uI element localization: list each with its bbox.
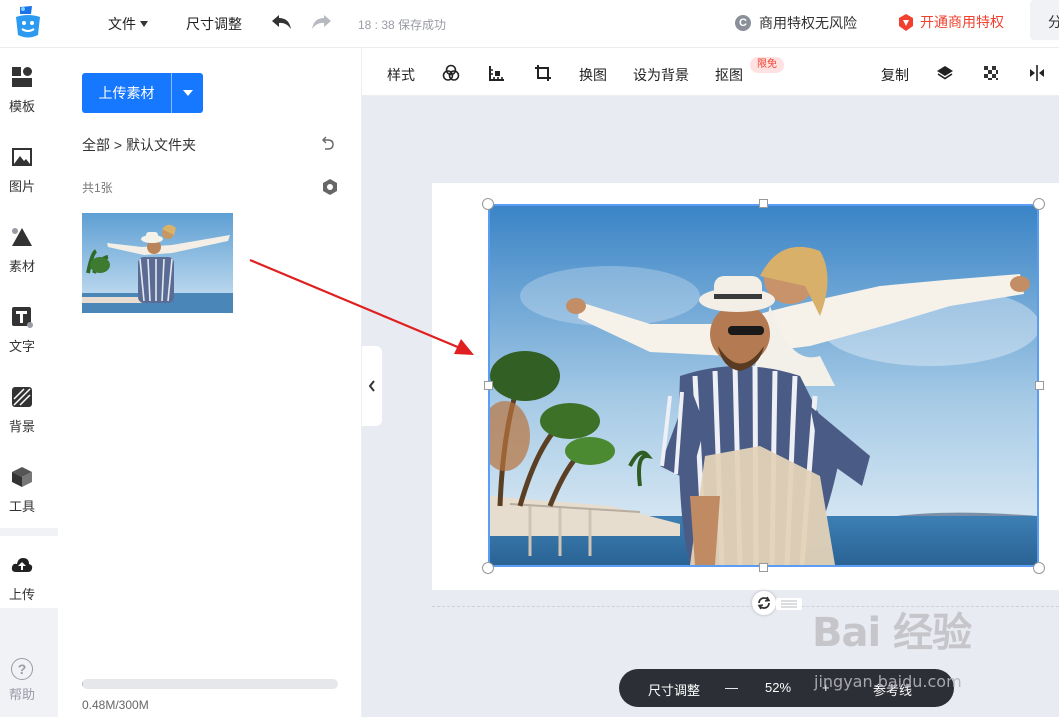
transparency-icon[interactable]: [982, 64, 1000, 82]
chevron-left-icon: [368, 380, 375, 392]
watermark-brand: Bai 经验: [812, 610, 972, 656]
style-button[interactable]: 样式: [387, 65, 415, 85]
nav-text[interactable]: 文字: [0, 288, 58, 368]
help-label: 帮助: [8, 687, 35, 702]
help-icon: ?: [11, 658, 33, 680]
rotate-icon: [757, 596, 771, 610]
open-commercial-button[interactable]: 开通商用特权: [898, 12, 1004, 32]
upload-material-button[interactable]: 上传素材: [82, 73, 171, 113]
nav-elements[interactable]: 素材: [0, 208, 58, 288]
filter-icon[interactable]: [442, 64, 460, 82]
nav-image-label: 图片: [8, 179, 35, 194]
nav-tools-label: 工具: [8, 499, 35, 514]
nav-upload-label: 上传: [8, 587, 35, 602]
nav-upload[interactable]: 上传: [0, 536, 58, 616]
nav-text-label: 文字: [8, 339, 35, 354]
upload-split-button: 上传素材: [82, 73, 203, 113]
upload-panel: 上传素材 全部 > 默认文件夹 共1张 0.48M/300M: [58, 48, 362, 717]
shapes-icon: [12, 228, 32, 246]
resize-handle-left[interactable]: [484, 381, 493, 390]
commercial-label: 商用特权无风险: [759, 15, 857, 31]
zoom-out-button[interactable]: —: [725, 680, 738, 695]
top-bar: 文件 尺寸调整 18 : 38 保存成功 C 商用特权无风险 开通商用特权 分: [0, 0, 1059, 48]
breadcrumb[interactable]: 全部 > 默认文件夹: [82, 135, 196, 155]
cutout-button[interactable]: 抠图: [715, 65, 743, 85]
caret-down-icon: [183, 90, 193, 96]
thumbnail-photo: [82, 213, 233, 313]
resize-handle-top-left[interactable]: [482, 198, 494, 210]
resize-handle-top-right[interactable]: [1033, 198, 1045, 210]
copyright-icon: C: [735, 15, 751, 31]
resize-handle-bottom[interactable]: [759, 563, 768, 572]
redo-icon[interactable]: [311, 12, 333, 32]
image-toolbar: 样式 换图 设为背景 抠图 限免 复制: [362, 48, 1059, 96]
drag-lines-icon: [776, 598, 802, 610]
nav-background[interactable]: 背景: [0, 368, 58, 448]
collapse-panel-button[interactable]: [362, 346, 382, 426]
resize-handle-bottom-left[interactable]: [482, 562, 494, 574]
share-button[interactable]: 分: [1030, 0, 1059, 40]
save-status: 18 : 38 保存成功: [358, 18, 447, 32]
image-count: 共1张: [82, 181, 113, 195]
layers-icon[interactable]: [936, 64, 954, 82]
background-icon: [12, 387, 32, 407]
replace-image-button[interactable]: 换图: [579, 65, 607, 85]
back-icon[interactable]: [320, 136, 336, 152]
help-button[interactable]: ? 帮助: [0, 658, 44, 703]
left-icon-bar: 模板 图片 素材 文字 背景 工具 上传 ? 帮助: [0, 48, 58, 717]
baidu-watermark: Bai 经验 jingyan.baidu.com: [812, 600, 972, 691]
file-menu-label: 文件: [108, 16, 136, 32]
selected-photo[interactable]: [488, 204, 1039, 567]
storage-usage-text: 0.48M/300M: [82, 698, 149, 712]
settings-icon[interactable]: [322, 179, 338, 195]
free-badge: 限免: [750, 57, 784, 73]
image-icon: [12, 148, 32, 166]
set-background-button[interactable]: 设为背景: [633, 65, 689, 85]
upload-cloud-icon: [11, 558, 33, 572]
crop-icon[interactable]: [534, 64, 552, 82]
nav-tools[interactable]: 工具: [0, 448, 58, 528]
template-icon: [12, 67, 32, 87]
shield-hex-icon: [899, 13, 913, 31]
copy-button[interactable]: 复制: [881, 65, 909, 85]
uploaded-image-thumbnail[interactable]: [82, 213, 233, 313]
storage-usage-fill: [82, 679, 84, 689]
resize-button-bottom[interactable]: 尺寸调整: [648, 680, 700, 699]
zoom-level: 52%: [765, 680, 792, 695]
resize-handle-right[interactable]: [1035, 381, 1044, 390]
nav-image[interactable]: 图片: [0, 128, 58, 208]
nav-background-label: 背景: [8, 419, 35, 434]
nav-divider: [0, 528, 58, 536]
storage-usage-bar: [82, 679, 338, 689]
ruler-icon[interactable]: [488, 64, 506, 82]
file-menu[interactable]: 文件: [108, 14, 148, 34]
nav-elements-label: 素材: [8, 259, 35, 274]
tools-icon: [12, 467, 32, 487]
caret-down-icon: [140, 21, 148, 27]
app-logo-icon[interactable]: [14, 5, 42, 39]
resize-handle-bottom-right[interactable]: [1033, 562, 1045, 574]
watermark-url: jingyan.baidu.com: [814, 672, 962, 691]
nav-template-label: 模板: [8, 99, 35, 114]
resize-handle-top[interactable]: [759, 199, 768, 208]
nav-template[interactable]: 模板: [0, 48, 58, 128]
rotate-handle[interactable]: [752, 591, 776, 615]
open-commercial-label: 开通商用特权: [920, 14, 1004, 30]
flip-icon[interactable]: [1028, 64, 1046, 82]
text-icon: [12, 307, 33, 328]
upload-dropdown-toggle[interactable]: [171, 73, 203, 113]
commercial-info[interactable]: C 商用特权无风险: [735, 13, 857, 33]
resize-button[interactable]: 尺寸调整: [186, 14, 242, 34]
couple-beach-photo: [490, 206, 1037, 565]
undo-icon[interactable]: [270, 12, 292, 32]
